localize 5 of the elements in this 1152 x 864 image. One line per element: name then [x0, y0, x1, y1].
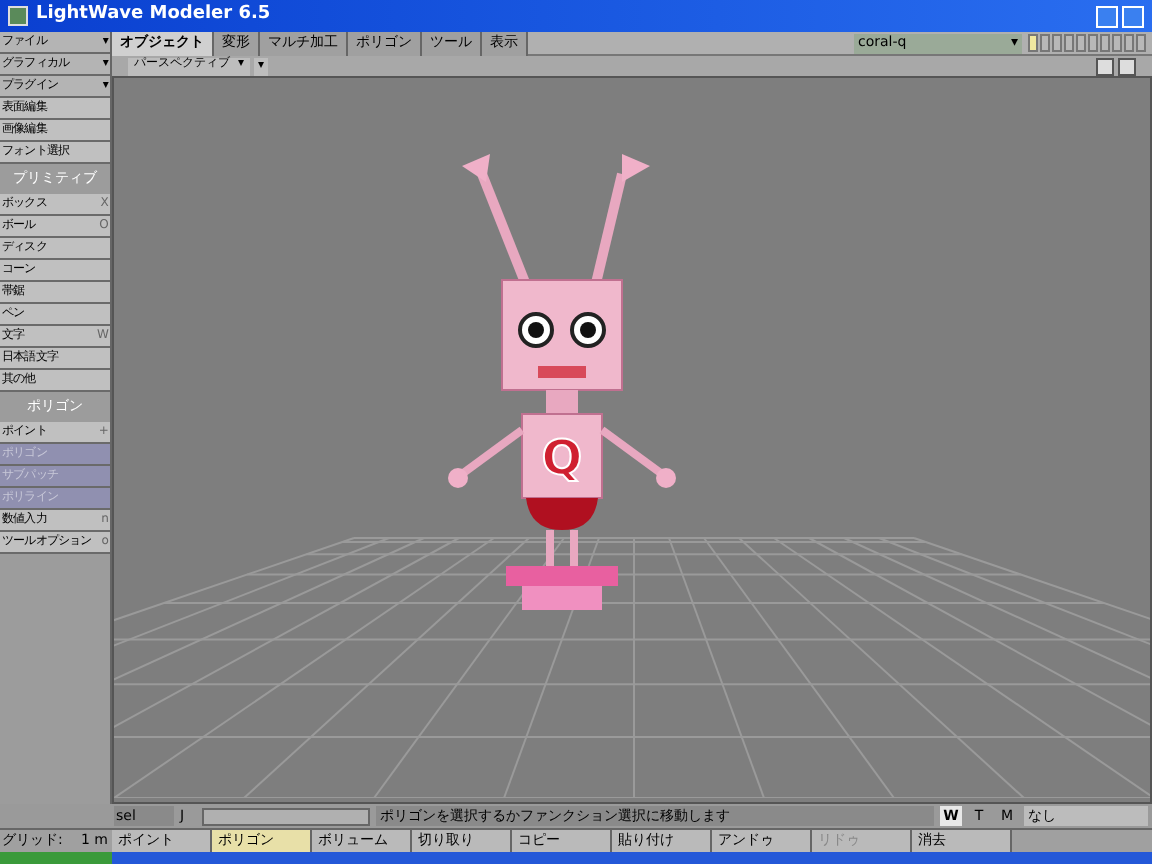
command-field[interactable]	[202, 807, 370, 825]
app-icon	[8, 6, 28, 26]
window-title: LightWave Modeler 6.5	[36, 2, 271, 29]
start-button[interactable]	[0, 852, 112, 864]
chest-letter: Q	[541, 430, 583, 486]
